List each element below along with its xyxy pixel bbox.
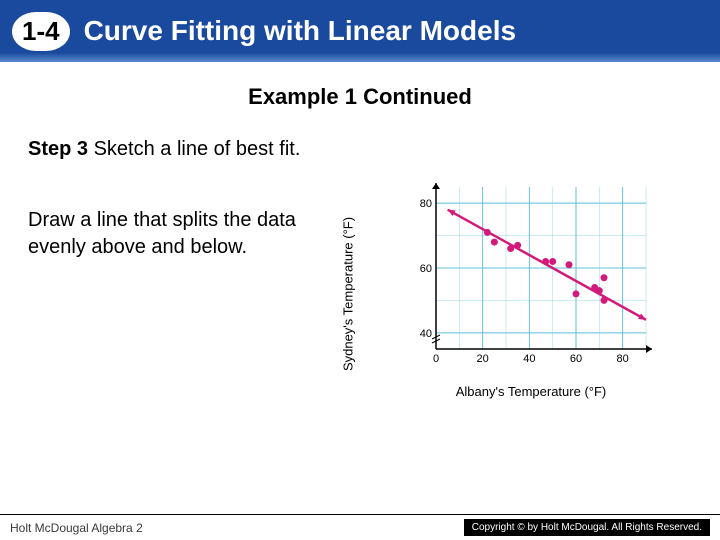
svg-text:40: 40	[420, 328, 432, 340]
slide-footer: Holt McDougal Algebra 2 Copyright © by H…	[0, 514, 720, 540]
step-text: Sketch a line of best fit.	[94, 138, 301, 160]
svg-text:0: 0	[433, 353, 439, 365]
slide-header: 1-4 Curve Fitting with Linear Models	[0, 0, 720, 62]
chart: Sydney's Temperature (°F) 02040608040608…	[348, 179, 692, 409]
example-title: Example 1 Continued	[0, 84, 720, 110]
instruction-text: Draw a line that splits the data evenly …	[28, 207, 328, 409]
footer-copyright: Copyright © by Holt McDougal. All Rights…	[464, 519, 710, 536]
chapter-title: Curve Fitting with Linear Models	[84, 15, 516, 47]
svg-text:80: 80	[617, 353, 629, 365]
chart-x-axis-label: Albany's Temperature (°F)	[406, 384, 656, 399]
svg-text:60: 60	[570, 353, 582, 365]
svg-text:80: 80	[420, 198, 432, 210]
step-label: Step 3	[28, 138, 88, 160]
svg-text:20: 20	[477, 353, 489, 365]
footer-left: Holt McDougal Algebra 2	[10, 521, 143, 535]
content-row: Draw a line that splits the data evenly …	[0, 179, 720, 409]
svg-text:60: 60	[420, 263, 432, 275]
chapter-badge: 1-4	[12, 12, 70, 51]
chart-plot: 0 20 40 60 80 40 60 80	[406, 179, 656, 369]
svg-text:40: 40	[523, 353, 535, 365]
step-line: Step 3 Sketch a line of best fit.	[28, 138, 720, 161]
